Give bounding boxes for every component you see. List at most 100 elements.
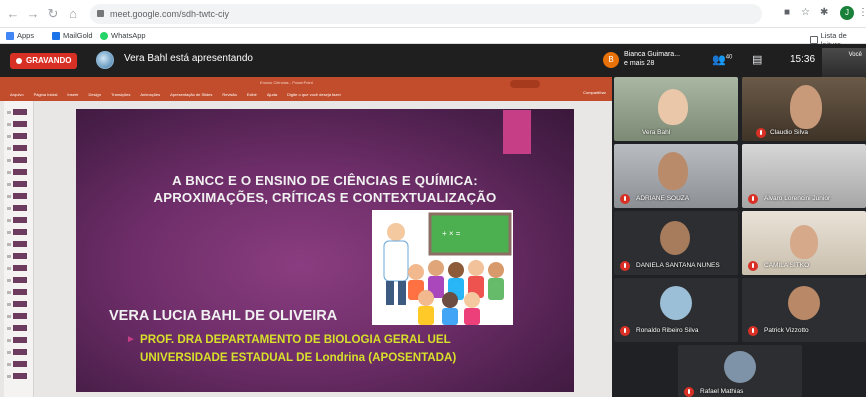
apps-icon	[6, 31, 14, 40]
muted-mic-icon	[620, 194, 630, 204]
slide-thumb[interactable]	[7, 337, 29, 343]
slide-title: A BNCC E O ENSINO DE CIÊNCIAS E QUÍMICA:…	[153, 173, 497, 205]
participant-grid: Vera Bahl Claudio Silva ADRIANE SOUZA Al…	[612, 77, 866, 397]
address-bar[interactable]: meet.google.com/sdh-twtc-ciy	[90, 4, 762, 24]
participant-video	[790, 85, 822, 129]
slide-thumb[interactable]	[7, 193, 29, 199]
participant-tile[interactable]: Patrick Vizzotto	[742, 278, 866, 342]
browser-toolbar: ← → ↻ ⌂ meet.google.com/sdh-twtc-ciy ■ ☆…	[0, 0, 866, 28]
participant-tile[interactable]: Ronaldo Ribeiro Silva	[614, 278, 738, 342]
meet-header: GRAVANDO Vera Bahl está apresentando B B…	[0, 44, 866, 77]
bookmark-whatsapp[interactable]: WhatsApp	[100, 31, 146, 40]
slide-thumb[interactable]	[7, 205, 29, 211]
home-icon[interactable]: ⌂	[66, 6, 80, 21]
extensions-icon[interactable]: ✱	[820, 7, 828, 18]
participant-avatar: B	[603, 52, 619, 68]
participant-video	[790, 225, 818, 259]
participant-avatar	[660, 221, 690, 255]
ppt-menu-item[interactable]: Exibir	[247, 92, 257, 97]
ppt-menu-item[interactable]: Revisão	[222, 92, 236, 97]
slide-thumb[interactable]	[7, 313, 29, 319]
chat-icon[interactable]: ▤	[752, 53, 762, 66]
slide-thumb[interactable]	[7, 229, 29, 235]
ppt-menu-item[interactable]: Design	[88, 92, 100, 97]
presenting-status: Vera Bahl está apresentando	[124, 53, 253, 64]
bullet-arrow-icon: ►	[126, 334, 136, 345]
mailgold-icon	[52, 31, 60, 40]
svg-text:+ × =: + × =	[442, 229, 461, 238]
camera-icon[interactable]: ■	[784, 7, 790, 18]
self-view[interactable]: Você	[822, 48, 866, 77]
slide-thumb[interactable]	[7, 109, 29, 115]
back-icon[interactable]: ←	[6, 6, 20, 21]
ppt-share-button[interactable]: Compartilhar	[583, 90, 606, 95]
muted-mic-icon	[620, 261, 630, 271]
slide-thumb[interactable]	[7, 181, 29, 187]
slide-thumb[interactable]	[7, 289, 29, 295]
participant-avatar	[724, 351, 756, 383]
powerpoint-ribbon: Ensino Ciências - PowerPoint Arquivo Pág…	[0, 77, 612, 101]
participant-tile[interactable]: DANIELA SANTANA NUNES	[614, 211, 738, 275]
participant-summary[interactable]: Bianca Guimara... e mais 28	[624, 50, 680, 68]
lock-icon	[97, 10, 104, 17]
slide-thumb[interactable]	[7, 349, 29, 355]
reading-list-icon	[810, 36, 818, 44]
ppt-menu-item[interactable]: Página Inicial	[34, 92, 58, 97]
slide-thumb[interactable]	[7, 241, 29, 247]
presenter-avatar	[96, 51, 114, 69]
slide-thumb[interactable]	[7, 277, 29, 283]
ppt-app-title: Ensino Ciências - PowerPoint	[260, 80, 313, 85]
slide-thumb[interactable]	[7, 217, 29, 223]
participant-tile[interactable]: CAMILA SITKO	[742, 211, 866, 275]
slide-thumb[interactable]	[7, 169, 29, 175]
profile-avatar[interactable]: J	[840, 6, 854, 20]
ppt-menu-item[interactable]: Apresentação de Slides	[170, 92, 212, 97]
slide-thumb[interactable]	[7, 121, 29, 127]
bookmarks-bar: Apps MailGold WhatsApp Lista de leitura	[0, 28, 866, 49]
url-text: meet.google.com/sdh-twtc-ciy	[110, 9, 230, 19]
bookmark-mailgold[interactable]: MailGold	[52, 31, 93, 40]
people-icon[interactable]: 👥40	[712, 53, 732, 66]
participant-video	[658, 152, 688, 190]
ppt-menu: Arquivo Página Inicial Inserir Design Tr…	[10, 92, 341, 97]
bookmark-apps[interactable]: Apps	[6, 31, 34, 40]
ppt-menu-item[interactable]: Inserir	[67, 92, 78, 97]
muted-mic-icon	[756, 128, 766, 138]
record-dot-icon	[16, 58, 22, 64]
muted-mic-icon	[748, 326, 758, 336]
participant-video	[658, 89, 688, 125]
slide-accent-tab	[503, 110, 531, 154]
ppt-user-pill	[510, 80, 540, 88]
menu-icon[interactable]: ⋮	[858, 7, 866, 18]
recording-badge: GRAVANDO	[10, 53, 78, 69]
participant-tile[interactable]: Alvaro Lorencini Junior	[742, 144, 866, 208]
participant-tile[interactable]: ADRIANE SOUZA	[614, 144, 738, 208]
ppt-menu-item[interactable]: Arquivo	[10, 92, 24, 97]
ppt-search[interactable]: Digite o que você deseja fazer	[287, 92, 341, 97]
slide-affiliation: ► PROF. DRA DEPARTAMENTO DE BIOLOGIA GER…	[126, 333, 457, 364]
slide-thumb[interactable]	[7, 253, 29, 259]
slide-thumbnails[interactable]	[4, 101, 34, 397]
participant-tile[interactable]: Vera Bahl	[614, 77, 738, 141]
participant-tile[interactable]: Rafael Mathias	[678, 345, 802, 397]
slide-thumb[interactable]	[7, 157, 29, 163]
ppt-menu-item[interactable]: Animações	[140, 92, 160, 97]
slide-thumb[interactable]	[7, 361, 29, 367]
muted-mic-icon	[748, 194, 758, 204]
slide-thumb[interactable]	[7, 133, 29, 139]
muted-mic-icon	[684, 387, 694, 397]
whatsapp-icon	[100, 31, 108, 40]
slide-thumb[interactable]	[7, 301, 29, 307]
ppt-menu-item[interactable]: Ajuda	[267, 92, 277, 97]
participant-avatar	[788, 286, 820, 320]
slide-thumb[interactable]	[7, 265, 29, 271]
ppt-menu-item[interactable]: Transições	[111, 92, 130, 97]
forward-icon[interactable]: →	[26, 6, 40, 21]
clock: 15:36	[790, 54, 816, 65]
reload-icon[interactable]: ↻	[46, 6, 60, 22]
star-icon[interactable]: ☆	[801, 7, 810, 18]
slide-thumb[interactable]	[7, 325, 29, 331]
participant-tile[interactable]: Claudio Silva	[742, 77, 866, 141]
slide-thumb[interactable]	[7, 373, 29, 379]
slide-thumb[interactable]	[7, 145, 29, 151]
